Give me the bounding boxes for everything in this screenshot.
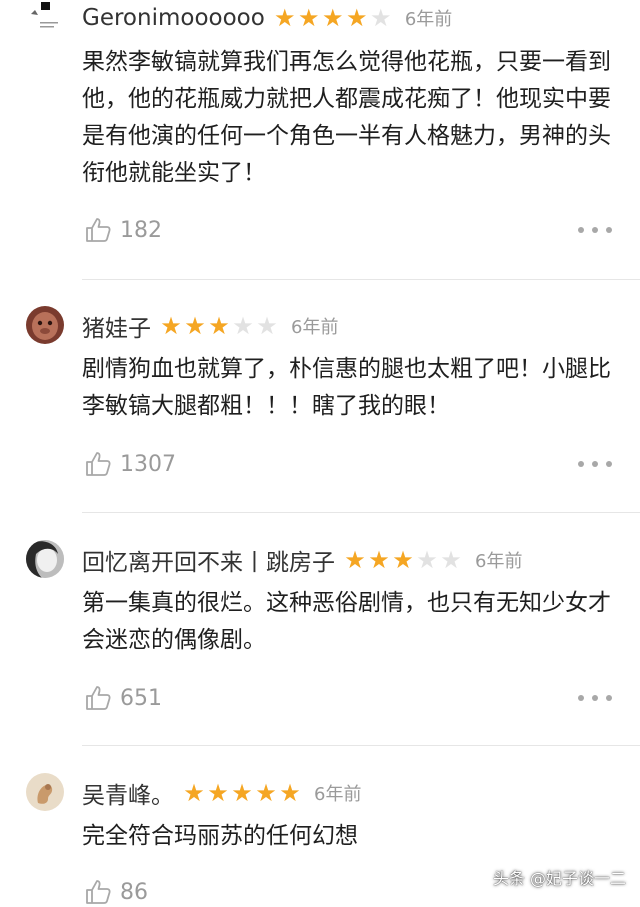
star-icon: ★ [344,546,366,574]
star-empty-icon: ★ [256,312,278,340]
review-text: 完全符合玛丽苏的任何幻想 [82,823,358,849]
more-dots-icon [606,695,612,701]
post-time: 6年前 [291,317,339,338]
post-time: 6年前 [475,551,523,572]
rating-stars: ★ ★ ★ ★ ★ [273,6,393,30]
like-count: 651 [120,685,162,711]
review-header: 回忆离开回不来丨跳房子 ★ ★ ★ ★ ★ 6年前 [82,543,522,577]
star-icon: ★ [298,4,320,32]
more-dots-icon [578,695,584,701]
review-header: 猪娃子 ★ ★ ★ ★ ★ 6年前 [82,309,338,343]
more-dots-icon [578,227,584,233]
more-options-button[interactable] [578,449,612,479]
divider [82,745,640,746]
username[interactable]: Geronimoooooo [82,5,265,31]
star-empty-icon: ★ [416,546,438,574]
like-button[interactable]: 651 [84,683,162,713]
thumbs-up-icon [86,452,111,476]
username[interactable]: 吴青峰。 [82,776,174,810]
user-avatar[interactable] [26,540,64,578]
thumbs-up-icon [86,880,111,904]
review-item: 猪娃子 ★ ★ ★ ★ ★ 6年前 剧情狗血也就算了，朴信惠的腿也太粗了吧！小腿… [0,306,640,513]
like-count: 182 [120,217,162,243]
more-dots-icon [606,461,612,467]
post-time: 6年前 [404,9,453,30]
star-empty-icon: ★ [440,546,462,574]
post-time: 6年前 [314,784,362,805]
star-icon: ★ [207,779,229,807]
review-text: 剧情狗血也就算了，朴信惠的腿也太粗了吧！小腿比李敏镐大腿都粗！！！瞎了我的眼！ [82,356,611,419]
review-text: 果然李敏镐就算我们再怎么觉得他花瓶，只要一看到他，他的花瓶威力就把人都震成花痴了… [82,49,611,186]
star-empty-icon: ★ [370,4,392,32]
rating-stars: ★ ★ ★ ★ ★ [182,781,302,805]
username[interactable]: 回忆离开回不来丨跳房子 [82,543,335,577]
like-count: 86 [120,879,148,905]
star-icon: ★ [208,312,230,340]
review-header: 吴青峰。 ★ ★ ★ ★ ★ 6年前 [82,776,361,810]
more-options-button[interactable] [578,683,612,713]
star-icon: ★ [392,546,414,574]
divider [82,512,640,513]
star-icon: ★ [346,4,368,32]
star-icon: ★ [184,312,206,340]
more-dots-icon [578,461,584,467]
more-dots-icon [592,461,598,467]
review-item: 回忆离开回不来丨跳房子 ★ ★ ★ ★ ★ 6年前 第一集真的很烂。这种恶俗剧情… [0,540,640,746]
like-button[interactable]: 182 [84,215,162,245]
user-avatar[interactable] [26,773,64,811]
review-header: Geronimoooooo ★ ★ ★ ★ ★ 6年前 [82,1,452,35]
star-icon: ★ [274,4,296,32]
star-icon: ★ [322,4,344,32]
user-avatar[interactable] [26,306,64,344]
more-dots-icon [592,227,598,233]
star-icon: ★ [160,312,182,340]
like-button[interactable]: 1307 [84,449,176,479]
rating-stars: ★ ★ ★ ★ ★ [159,314,279,338]
thumbs-up-icon [86,218,111,242]
username[interactable]: 猪娃子 [82,309,151,343]
star-icon: ★ [255,779,277,807]
star-icon: ★ [183,779,205,807]
thumbs-up-icon [86,686,111,710]
review-item: Geronimoooooo ★ ★ ★ ★ ★ 6年前 果然李敏镐就算我们再怎么… [0,0,640,280]
watermark: 头条 @妃子谈一二 [492,869,626,888]
review-text: 第一集真的很烂。这种恶俗剧情，也只有无知少女才会迷恋的偶像剧。 [82,590,611,653]
star-empty-icon: ★ [232,312,254,340]
like-count: 1307 [120,451,176,477]
star-icon: ★ [231,779,253,807]
star-icon: ★ [279,779,301,807]
more-dots-icon [606,227,612,233]
more-dots-icon [592,695,598,701]
divider [82,279,640,280]
more-options-button[interactable] [578,215,612,245]
user-avatar[interactable] [26,0,64,38]
star-icon: ★ [368,546,390,574]
rating-stars: ★ ★ ★ ★ ★ [343,548,463,572]
